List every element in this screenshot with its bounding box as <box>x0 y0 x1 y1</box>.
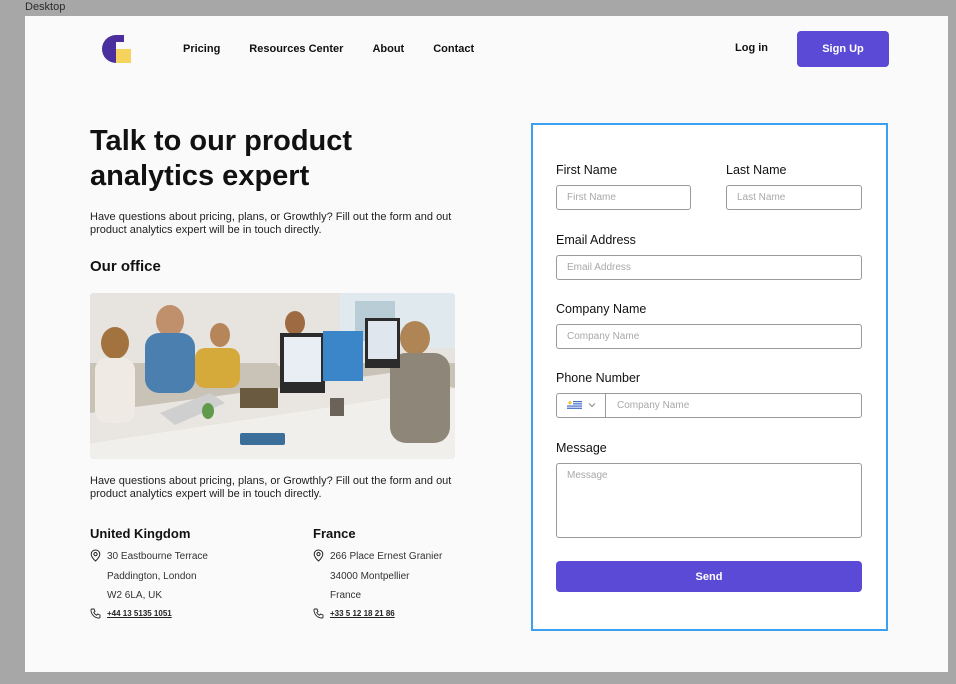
chevron-down-icon <box>588 403 596 408</box>
phone-input[interactable] <box>606 394 860 417</box>
office-uk: United Kingdom 30 Eastbourne Terrace Pad… <box>90 526 280 618</box>
address-line: W2 6LA, UK <box>107 590 163 601</box>
contact-form: First Name Last Name Email Address Compa… <box>531 123 888 631</box>
office-photo <box>90 293 455 459</box>
office-address: 266 Place Ernest Granier 34000 Montpelli… <box>313 547 503 606</box>
office-heading: Our office <box>90 258 161 275</box>
office-address: 30 Eastbourne Terrace Paddington, London… <box>90 547 280 606</box>
contact-page: Pricing Resources Center About Contact L… <box>25 16 948 672</box>
first-name-label: First Name <box>556 163 618 177</box>
frame-label: Desktop <box>25 1 66 13</box>
office-country: United Kingdom <box>90 526 191 541</box>
email-input[interactable] <box>556 255 862 280</box>
last-name-input[interactable] <box>726 185 862 210</box>
nav-contact[interactable]: Contact <box>433 43 474 55</box>
country-code-select[interactable] <box>557 394 606 417</box>
message-label: Message <box>556 441 607 455</box>
first-name-input[interactable] <box>556 185 691 210</box>
last-name-label: Last Name <box>726 163 787 177</box>
main-nav: Pricing Resources Center About Contact <box>183 43 503 55</box>
location-pin-icon <box>90 549 101 562</box>
nav-resources-center[interactable]: Resources Center <box>249 43 343 55</box>
message-textarea[interactable] <box>556 463 862 538</box>
address-line: France <box>330 590 362 601</box>
page-title: Talk to our product analytics expert <box>90 125 353 192</box>
send-button[interactable]: Send <box>556 561 862 592</box>
nav-pricing[interactable]: Pricing <box>183 43 220 55</box>
company-label: Company Name <box>556 302 647 316</box>
intro-text: Have questions about pricing, plans, or … <box>90 211 452 236</box>
intro-text-repeat: Have questions about pricing, plans, or … <box>90 475 452 500</box>
logo-icon[interactable] <box>99 34 133 64</box>
phone-icon <box>313 608 324 618</box>
uruguay-flag-icon <box>567 400 582 410</box>
signup-button[interactable]: Sign Up <box>797 31 889 67</box>
phone-label: Phone Number <box>556 371 641 385</box>
company-input[interactable] <box>556 324 862 349</box>
email-label: Email Address <box>556 233 636 247</box>
address-line: Paddington, London <box>107 570 197 582</box>
phone-number[interactable]: +44 13 5135 1051 <box>107 609 172 618</box>
phone-field <box>556 393 862 418</box>
address-line: 34000 Montpellier <box>330 570 410 582</box>
office-country: France <box>313 526 356 541</box>
office-phone[interactable]: +44 13 5135 1051 <box>90 608 280 618</box>
nav-about[interactable]: About <box>372 43 404 55</box>
phone-icon <box>90 608 101 618</box>
office-france: France 266 Place Ernest Granier 34000 Mo… <box>313 526 503 618</box>
phone-number[interactable]: +33 5 12 18 21 86 <box>330 609 395 618</box>
address-line: 266 Place Ernest Granier <box>330 551 443 562</box>
address-line: 30 Eastbourne Terrace <box>107 551 208 562</box>
login-link[interactable]: Log in <box>735 42 768 54</box>
office-phone[interactable]: +33 5 12 18 21 86 <box>313 608 503 618</box>
location-pin-icon <box>313 549 324 562</box>
